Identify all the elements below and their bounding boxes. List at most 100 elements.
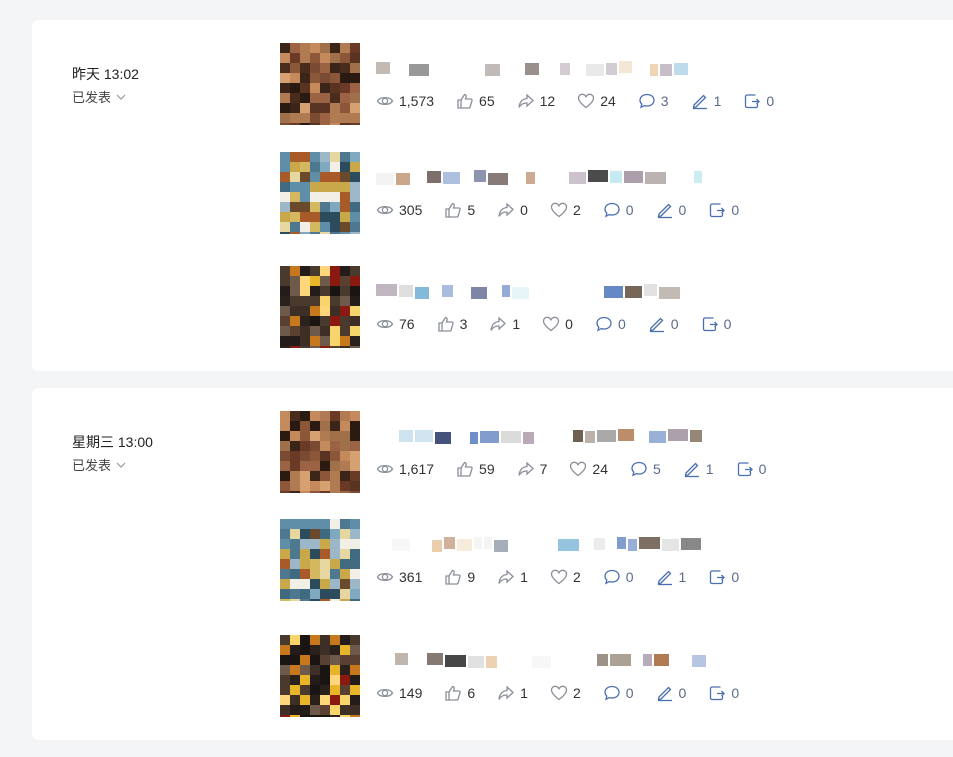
stat-favs-count: 2 [572, 685, 581, 701]
stat-comments[interactable]: 0 [603, 684, 634, 702]
stat-shares-count: 1 [512, 316, 521, 332]
stat-favs[interactable]: 2 [550, 684, 581, 702]
stat-favs[interactable]: 24 [569, 460, 608, 478]
thumbs-up-icon [445, 569, 462, 585]
comment-bubble-icon [639, 93, 655, 109]
stat-likes-count: 5 [467, 202, 476, 218]
stat-comments-count: 5 [653, 461, 661, 477]
post-row[interactable]: 305 5 0 2 0 0 0 [280, 152, 940, 234]
post-row[interactable]: 361 9 1 2 0 1 0 [280, 519, 940, 601]
post-title[interactable] [376, 653, 707, 671]
stat-comments[interactable]: 0 [603, 568, 634, 586]
stat-favs[interactable]: 0 [542, 315, 573, 333]
post-title[interactable] [376, 284, 706, 302]
publish-time: 星期三 13:00 [72, 434, 153, 450]
publish-time: 昨天 13:02 [72, 66, 139, 82]
stat-favs[interactable]: 24 [577, 92, 616, 110]
stat-reposts[interactable]: 0 [736, 460, 766, 478]
stat-comments[interactable]: 3 [638, 92, 669, 110]
stat-shares[interactable]: 0 [497, 201, 528, 219]
post-thumbnail[interactable] [280, 266, 360, 348]
stat-likes[interactable]: 9 [444, 568, 475, 586]
stat-likes-count: 65 [479, 93, 495, 109]
stat-edits[interactable]: 1 [683, 460, 714, 478]
post-title-pixelated[interactable] [376, 653, 707, 671]
post-stats: 1,573 65 12 24 3 1 0 [376, 91, 796, 111]
stat-shares-count: 1 [520, 685, 528, 701]
heart-icon [543, 316, 560, 332]
stat-edits[interactable]: 0 [656, 201, 686, 219]
stat-shares[interactable]: 1 [497, 684, 528, 702]
stat-edits[interactable]: 0 [648, 315, 679, 333]
post-row[interactable]: 1,573 65 12 24 3 1 0 [280, 43, 940, 125]
stat-reposts[interactable]: 0 [708, 201, 739, 219]
thumbnail-image [280, 635, 360, 717]
stat-comments[interactable]: 0 [603, 201, 634, 219]
post-title[interactable] [376, 170, 706, 188]
heart-icon [570, 461, 587, 477]
stat-likes[interactable]: 3 [437, 315, 467, 333]
post-thumbnail[interactable] [280, 411, 360, 493]
post-title-pixelated[interactable] [376, 537, 706, 555]
stat-views: 361 [376, 568, 422, 586]
post-row[interactable]: 149 6 1 2 0 0 0 [280, 635, 940, 717]
stat-edits-count: 1 [713, 93, 722, 109]
post-thumbnail[interactable] [280, 519, 360, 601]
stat-likes-count: 6 [467, 685, 476, 701]
stat-reposts-count: 0 [723, 316, 732, 332]
post-title-pixelated[interactable] [376, 170, 706, 188]
share-arrow-icon [517, 461, 534, 476]
stat-edits[interactable]: 1 [691, 92, 722, 110]
repost-icon [737, 462, 753, 477]
status-dropdown[interactable]: 已发表 [72, 87, 127, 106]
stat-comments[interactable]: 0 [595, 315, 626, 333]
stat-favs[interactable]: 2 [550, 568, 581, 586]
share-arrow-icon [517, 93, 534, 108]
thumbs-up-icon [437, 316, 454, 332]
post-title-pixelated[interactable] [376, 61, 706, 79]
stat-favs[interactable]: 2 [550, 201, 581, 219]
post-row[interactable]: 1,617 59 7 24 5 1 0 [280, 411, 940, 493]
stat-views-count: 76 [399, 316, 415, 332]
post-row[interactable]: 76 3 1 0 0 0 0 [280, 266, 940, 348]
stat-views-count: 1,573 [399, 93, 435, 109]
post-thumbnail[interactable] [280, 43, 360, 125]
comment-bubble-icon [604, 202, 620, 218]
stat-shares[interactable]: 12 [517, 92, 555, 110]
thumbnail-image [280, 266, 360, 348]
stat-views: 305 [376, 201, 422, 219]
stat-shares[interactable]: 1 [489, 315, 520, 333]
stat-edits-count: 1 [678, 569, 687, 585]
stat-likes[interactable]: 6 [444, 684, 475, 702]
heart-icon [578, 93, 595, 109]
stat-reposts[interactable]: 0 [708, 568, 739, 586]
post-stats: 76 3 1 0 0 0 0 [376, 314, 753, 334]
post-title[interactable] [376, 61, 706, 79]
stat-shares[interactable]: 1 [497, 568, 528, 586]
post-title-pixelated[interactable] [376, 429, 706, 447]
post-thumbnail[interactable] [280, 152, 360, 234]
stat-reposts[interactable]: 0 [708, 684, 739, 702]
thumbnail-image [280, 519, 360, 601]
stat-likes[interactable]: 65 [456, 92, 495, 110]
stat-likes[interactable]: 59 [456, 460, 495, 478]
post-title[interactable] [376, 537, 706, 555]
stat-likes[interactable]: 5 [444, 201, 475, 219]
status-label: 已发表 [72, 458, 112, 473]
stat-reposts[interactable]: 0 [743, 92, 774, 110]
stat-shares[interactable]: 7 [517, 460, 547, 478]
status-dropdown[interactable]: 已发表 [72, 455, 127, 474]
pen-icon [692, 94, 707, 110]
post-title[interactable] [376, 429, 706, 447]
eye-icon [376, 572, 394, 582]
pen-icon [657, 203, 672, 219]
post-title-pixelated[interactable] [376, 284, 706, 302]
stat-reposts[interactable]: 0 [701, 315, 732, 333]
post-thumbnail[interactable] [280, 635, 360, 717]
comment-bubble-icon [596, 316, 612, 332]
stat-edits[interactable]: 0 [656, 684, 686, 702]
stat-favs-count: 24 [600, 93, 616, 109]
stat-comments[interactable]: 5 [630, 460, 661, 478]
stat-edits[interactable]: 1 [656, 568, 687, 586]
stat-favs-count: 0 [565, 316, 573, 332]
